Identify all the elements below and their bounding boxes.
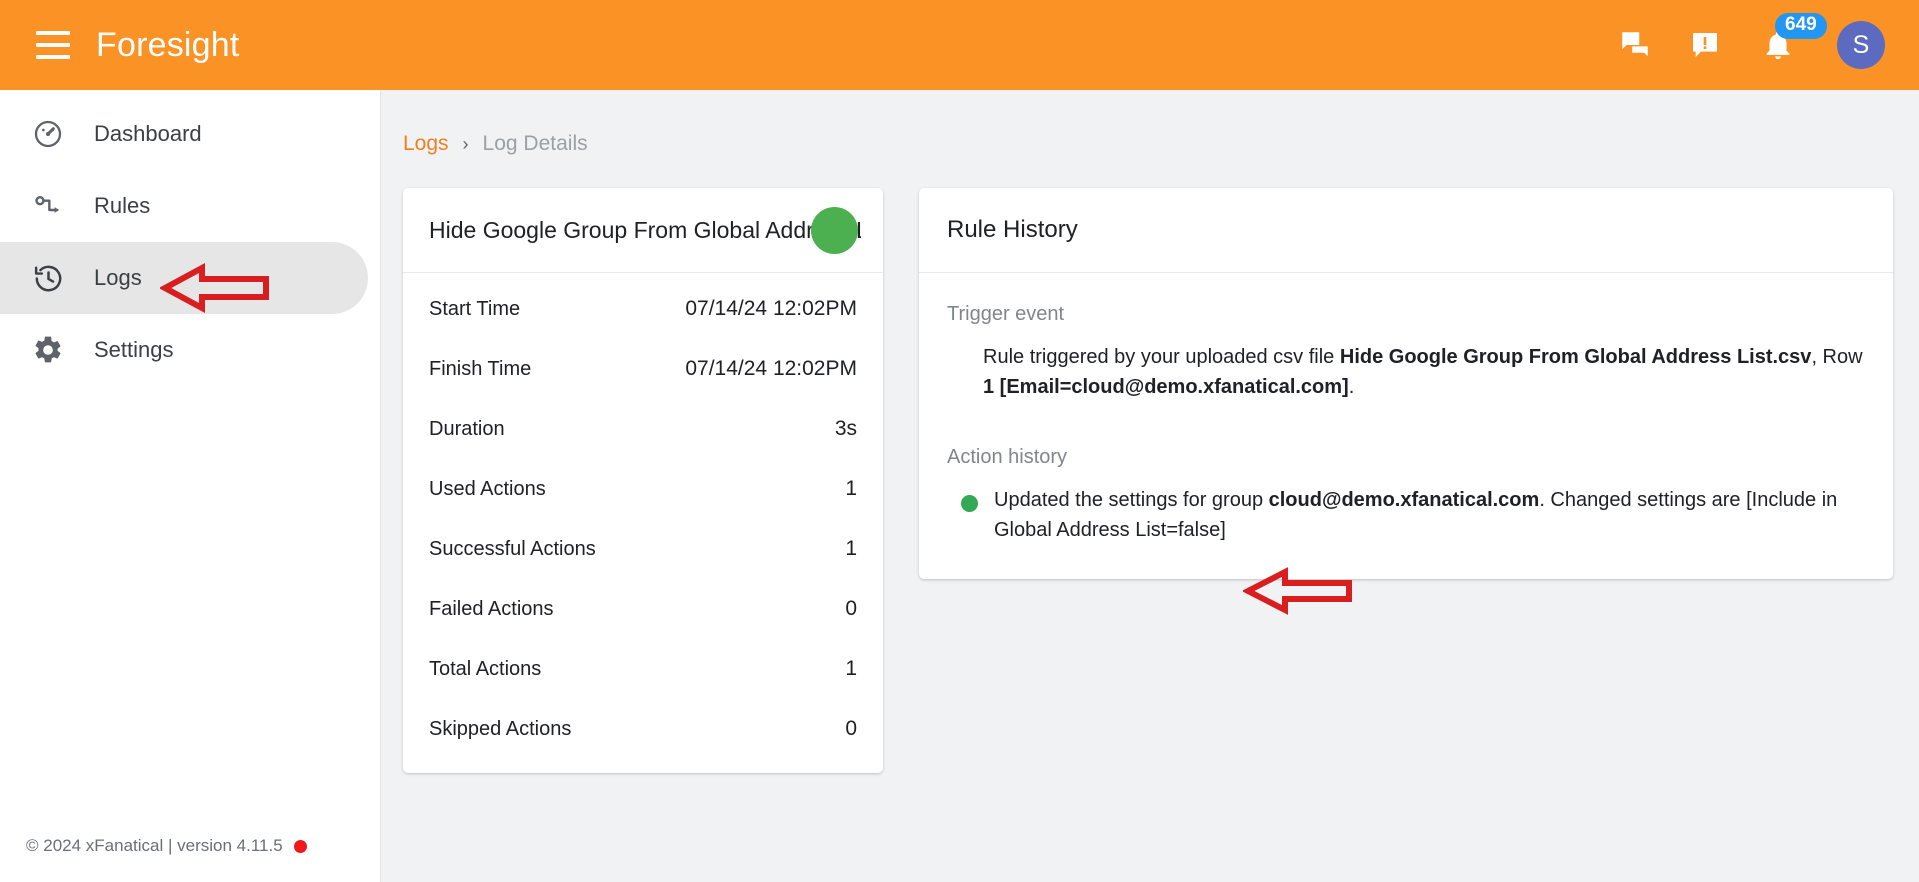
stat-value: 07/14/24 12:02PM — [685, 357, 857, 380]
action-history-label: Action history — [947, 446, 1068, 468]
trigger-event-label: Trigger event — [947, 303, 1065, 325]
table-row: Skipped Actions 0 — [403, 699, 883, 759]
sidebar-item-dashboard[interactable]: Dashboard — [0, 98, 368, 170]
trigger-event-text: Rule triggered by your uploaded csv file… — [947, 342, 1865, 402]
version-text: © 2024 xFanatical | version 4.11.5 — [26, 836, 283, 855]
top-app-bar: Foresight 649 S — [0, 0, 1919, 90]
action-group-email: cloud@demo.xfanatical.com — [1268, 489, 1540, 511]
stat-label: Successful Actions — [429, 537, 596, 560]
rule-history-body: Trigger event Rule triggered by your upl… — [919, 273, 1893, 579]
stat-value: 1 — [845, 477, 857, 500]
table-row: Duration 3s — [403, 399, 883, 459]
table-row: Failed Actions 0 — [403, 579, 883, 639]
chevron-right-icon: › — [462, 133, 469, 154]
rule-path-icon — [22, 190, 74, 222]
app-title: Foresight — [96, 25, 240, 64]
list-item: Updated the settings for group cloud@dem… — [947, 485, 1865, 545]
stat-value: 1 — [845, 537, 857, 560]
sidebar-footer: © 2024 xFanatical | version 4.11.5 — [0, 836, 380, 882]
sidebar-item-rules[interactable]: Rules — [0, 170, 368, 242]
sidebar: Dashboard Rules Logs Settings © 2024 xFa… — [0, 90, 381, 882]
rule-history-card: Rule History Trigger event Rule triggere… — [919, 188, 1893, 579]
table-row: Finish Time 07/14/24 12:02PM — [403, 339, 883, 399]
trigger-suffix: . — [1348, 376, 1355, 398]
body-row: Dashboard Rules Logs Settings © 2024 xFa… — [0, 90, 1919, 882]
sidebar-item-settings[interactable]: Settings — [0, 314, 368, 386]
table-row: Used Actions 1 — [403, 459, 883, 519]
sidebar-item-label: Rules — [94, 193, 151, 218]
hamburger-line — [36, 43, 70, 47]
announcement-icon[interactable] — [1685, 25, 1725, 65]
action-history-text: Updated the settings for group cloud@dem… — [994, 485, 1865, 545]
rule-history-header: Rule History — [919, 188, 1893, 273]
breadcrumb: Logs › Log Details — [381, 90, 1893, 156]
stat-label: Skipped Actions — [429, 717, 572, 740]
topbar-actions: 649 S — [1615, 13, 1891, 69]
sidebar-item-label: Settings — [94, 337, 174, 362]
breadcrumb-current: Log Details — [482, 132, 588, 155]
breadcrumb-link-logs[interactable]: Logs — [403, 132, 449, 156]
log-stats-list: Start Time 07/14/24 12:02PM Finish Time … — [403, 273, 883, 773]
stat-label: Start Time — [429, 297, 521, 320]
stat-label: Total Actions — [429, 657, 542, 680]
stat-value: 07/14/24 12:02PM — [685, 297, 857, 320]
speedometer-icon — [22, 118, 74, 150]
avatar[interactable]: S — [1837, 21, 1885, 69]
cards-container: Hide Google Group From Global Address Li… — [381, 156, 1893, 773]
stat-value: 0 — [845, 597, 857, 620]
sidebar-item-label: Dashboard — [94, 121, 202, 146]
history-clock-icon — [22, 262, 74, 295]
stat-value: 3s — [834, 417, 857, 440]
status-indicator-dot — [293, 839, 307, 853]
page-title: Hide Google Group From Global Address Li… — [429, 216, 861, 243]
stat-label: Finish Time — [429, 357, 532, 380]
trigger-middle: , Row — [1811, 346, 1863, 368]
version-label: © 2024 xFanatical | version 4.11.5 — [26, 836, 307, 856]
app-root: Foresight 649 S Dashboard Rules Logs Set… — [0, 0, 1919, 882]
status-badge — [811, 207, 858, 254]
stat-value: 1 — [845, 657, 857, 680]
hamburger-line — [36, 31, 70, 35]
main-content: Logs › Log Details Hide Google Group Fro… — [381, 90, 1919, 882]
log-summary-header: Hide Google Group From Global Address Li… — [403, 188, 883, 273]
action-prefix: Updated the settings for group — [994, 489, 1269, 511]
log-summary-card: Hide Google Group From Global Address Li… — [403, 188, 883, 773]
table-row: Start Time 07/14/24 12:02PM — [403, 279, 883, 339]
hamburger-line — [36, 55, 70, 59]
gear-icon — [22, 334, 74, 366]
chat-bubbles-icon[interactable] — [1615, 25, 1655, 65]
stat-label: Failed Actions — [429, 597, 554, 620]
notification-badge: 649 — [1775, 13, 1827, 39]
sidebar-item-logs[interactable]: Logs — [0, 242, 368, 314]
rule-history-title: Rule History — [947, 216, 1078, 243]
notifications-bell-icon[interactable]: 649 — [1755, 13, 1827, 67]
stat-label: Used Actions — [429, 477, 546, 500]
trigger-row-detail: 1 [Email=cloud@demo.xfanatical.com] — [983, 376, 1349, 398]
trigger-prefix: Rule triggered by your uploaded csv file — [983, 346, 1340, 368]
table-row: Total Actions 1 — [403, 639, 883, 699]
sidebar-item-label: Logs — [94, 265, 142, 290]
table-row: Successful Actions 1 — [403, 519, 883, 579]
trigger-file-name: Hide Google Group From Global Address Li… — [1339, 346, 1812, 368]
stat-label: Duration — [429, 417, 505, 440]
hamburger-menu-icon[interactable] — [36, 31, 70, 59]
stat-value: 0 — [845, 717, 857, 740]
sidebar-nav: Dashboard Rules Logs Settings — [0, 90, 380, 386]
action-status-dot-icon — [961, 495, 978, 512]
